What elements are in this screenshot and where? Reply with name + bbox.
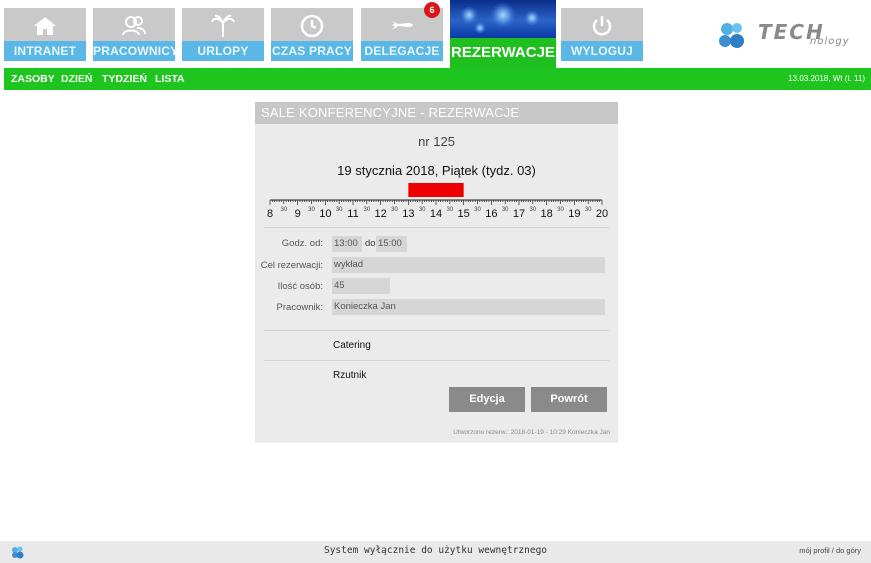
purpose-field[interactable]: wykład xyxy=(332,257,605,273)
employee-label: Pracownik: xyxy=(276,302,323,313)
logo-bubbles-icon xyxy=(719,23,744,48)
nav-pracownicy[interactable]: PRACOWNICY xyxy=(93,8,178,61)
half-hour-label: 30 xyxy=(502,207,509,213)
hour-label: 18 xyxy=(541,208,553,220)
hour-label: 15 xyxy=(458,208,470,220)
reservation-number: nr 125 xyxy=(418,134,455,149)
time-from-field[interactable]: 13:00 xyxy=(332,236,362,252)
users-icon xyxy=(93,12,175,40)
hour-label: 14 xyxy=(430,208,442,220)
delegacje-count-badge: 6 xyxy=(424,2,440,18)
to-label: do xyxy=(365,238,376,249)
nav-wyloguj-label: WYLOGUJ xyxy=(561,41,643,61)
nav-urlopy-label: URLOPY xyxy=(182,41,264,61)
hour-label: 13 xyxy=(402,208,414,220)
power-icon xyxy=(561,12,643,40)
decor-spark xyxy=(490,2,516,28)
footer: System wyłącznie do użytku wewnętrznego … xyxy=(0,541,871,563)
my-profile-link[interactable]: mój profil xyxy=(799,546,829,555)
from-label: Godz. od: xyxy=(281,238,323,249)
back-button[interactable]: Powrót xyxy=(531,387,607,412)
time-scale: 8 30 9 30 10 30 11 30 12 30 13 30 14 30 15 30 16 30 17 30 18… xyxy=(267,183,608,220)
half-hour-label: 30 xyxy=(585,207,592,213)
brand-logo[interactable]: TECH nology xyxy=(716,18,866,52)
app-root: INTRANET PRACOWNICY URLOPY CZAS PRACY DE… xyxy=(0,0,871,563)
hour-label: 11 xyxy=(347,208,358,220)
nav-intranet-label: INTRANET xyxy=(4,41,86,61)
half-hour-label: 30 xyxy=(363,207,370,213)
time-to-field[interactable]: 15:00 xyxy=(376,236,407,252)
subnav-zasoby[interactable]: ZASOBY xyxy=(11,68,55,90)
half-hour-label: 30 xyxy=(446,207,453,213)
home-icon xyxy=(4,12,86,40)
subnav-lista[interactable]: LISTA xyxy=(155,68,185,90)
divider xyxy=(264,360,609,361)
half-hour-label: 30 xyxy=(529,207,536,213)
divider xyxy=(264,227,609,228)
option-rzutnik: Rzutnik xyxy=(333,370,367,381)
employee-field[interactable]: Konieczka Jan xyxy=(332,299,605,315)
half-hour-label: 30 xyxy=(419,207,426,213)
half-hour-label: 30 xyxy=(391,207,398,213)
hour-label: 9 xyxy=(295,208,301,220)
option-catering: Catering xyxy=(333,340,371,351)
subnav-dzien[interactable]: DZIEŃ xyxy=(61,68,93,90)
hour-label: 8 xyxy=(267,208,273,220)
half-hour-label: 30 xyxy=(308,207,315,213)
hour-label: 12 xyxy=(375,208,387,220)
sub-navigation: ZASOBY DZIEŃ TYDZIEŃ LISTA 13.03.2018, W… xyxy=(4,68,871,90)
logo-subtext: nology xyxy=(810,36,850,47)
current-date: 13.03.2018, Wt (t. 11) xyxy=(788,74,865,83)
people-field[interactable]: 45 xyxy=(332,278,390,294)
booked-slot xyxy=(408,183,464,197)
half-hour-label: 30 xyxy=(474,207,481,213)
hour-label: 16 xyxy=(485,208,497,220)
nav-urlopy[interactable]: URLOPY xyxy=(182,8,264,61)
decor-spark xyxy=(474,22,486,34)
footer-notice: System wyłącznie do użytku wewnętrznego xyxy=(323,545,548,556)
footer-links: mój profil / do góry xyxy=(799,541,861,561)
nav-pracownicy-label: PRACOWNICY xyxy=(93,41,178,61)
edit-button[interactable]: Edycja xyxy=(449,387,525,412)
nav-rezerwacje-label: REZERWACJE xyxy=(450,38,556,68)
created-info: Utworzono rezerw.: 2018-01-19 - 10:29 Ko… xyxy=(453,429,610,436)
footer-separator: / xyxy=(831,546,834,555)
half-hour-label: 30 xyxy=(557,207,564,213)
hour-label: 17 xyxy=(513,208,525,220)
hour-label: 10 xyxy=(319,208,331,220)
divider xyxy=(264,330,609,331)
panel-title: SALE KONFERENCYJNE - REZERWACJE xyxy=(255,102,618,124)
purpose-label: Cel rezerwacji: xyxy=(260,260,323,271)
nav-intranet[interactable]: INTRANET xyxy=(4,8,86,61)
hour-label: 19 xyxy=(568,208,580,220)
palm-tree-icon xyxy=(182,12,264,40)
decor-spark xyxy=(460,6,478,24)
reservation-panel: SALE KONFERENCYJNE - REZERWACJE nr 125 1… xyxy=(255,102,618,443)
clock-icon xyxy=(271,12,353,40)
back-to-top-link[interactable]: do góry xyxy=(836,546,861,555)
nav-czas-pracy-label: CZAS PRACY xyxy=(271,41,353,61)
decor-spark xyxy=(524,10,540,26)
subnav-tydzien[interactable]: TYDZIEŃ xyxy=(102,68,147,90)
nav-delegacje-label: DELEGACJE xyxy=(361,41,443,61)
nav-wyloguj[interactable]: WYLOGUJ xyxy=(561,8,643,61)
half-hour-label: 30 xyxy=(280,207,287,213)
reservation-date: 19 stycznia 2018, Piątek (tydz. 03) xyxy=(337,163,536,178)
nav-czas-pracy[interactable]: CZAS PRACY xyxy=(271,8,353,61)
nav-rezerwacje[interactable]: REZERWACJE xyxy=(450,0,556,68)
half-hour-label: 30 xyxy=(336,207,343,213)
hour-label: 20 xyxy=(596,208,608,220)
people-label: Ilość osób: xyxy=(277,281,323,292)
